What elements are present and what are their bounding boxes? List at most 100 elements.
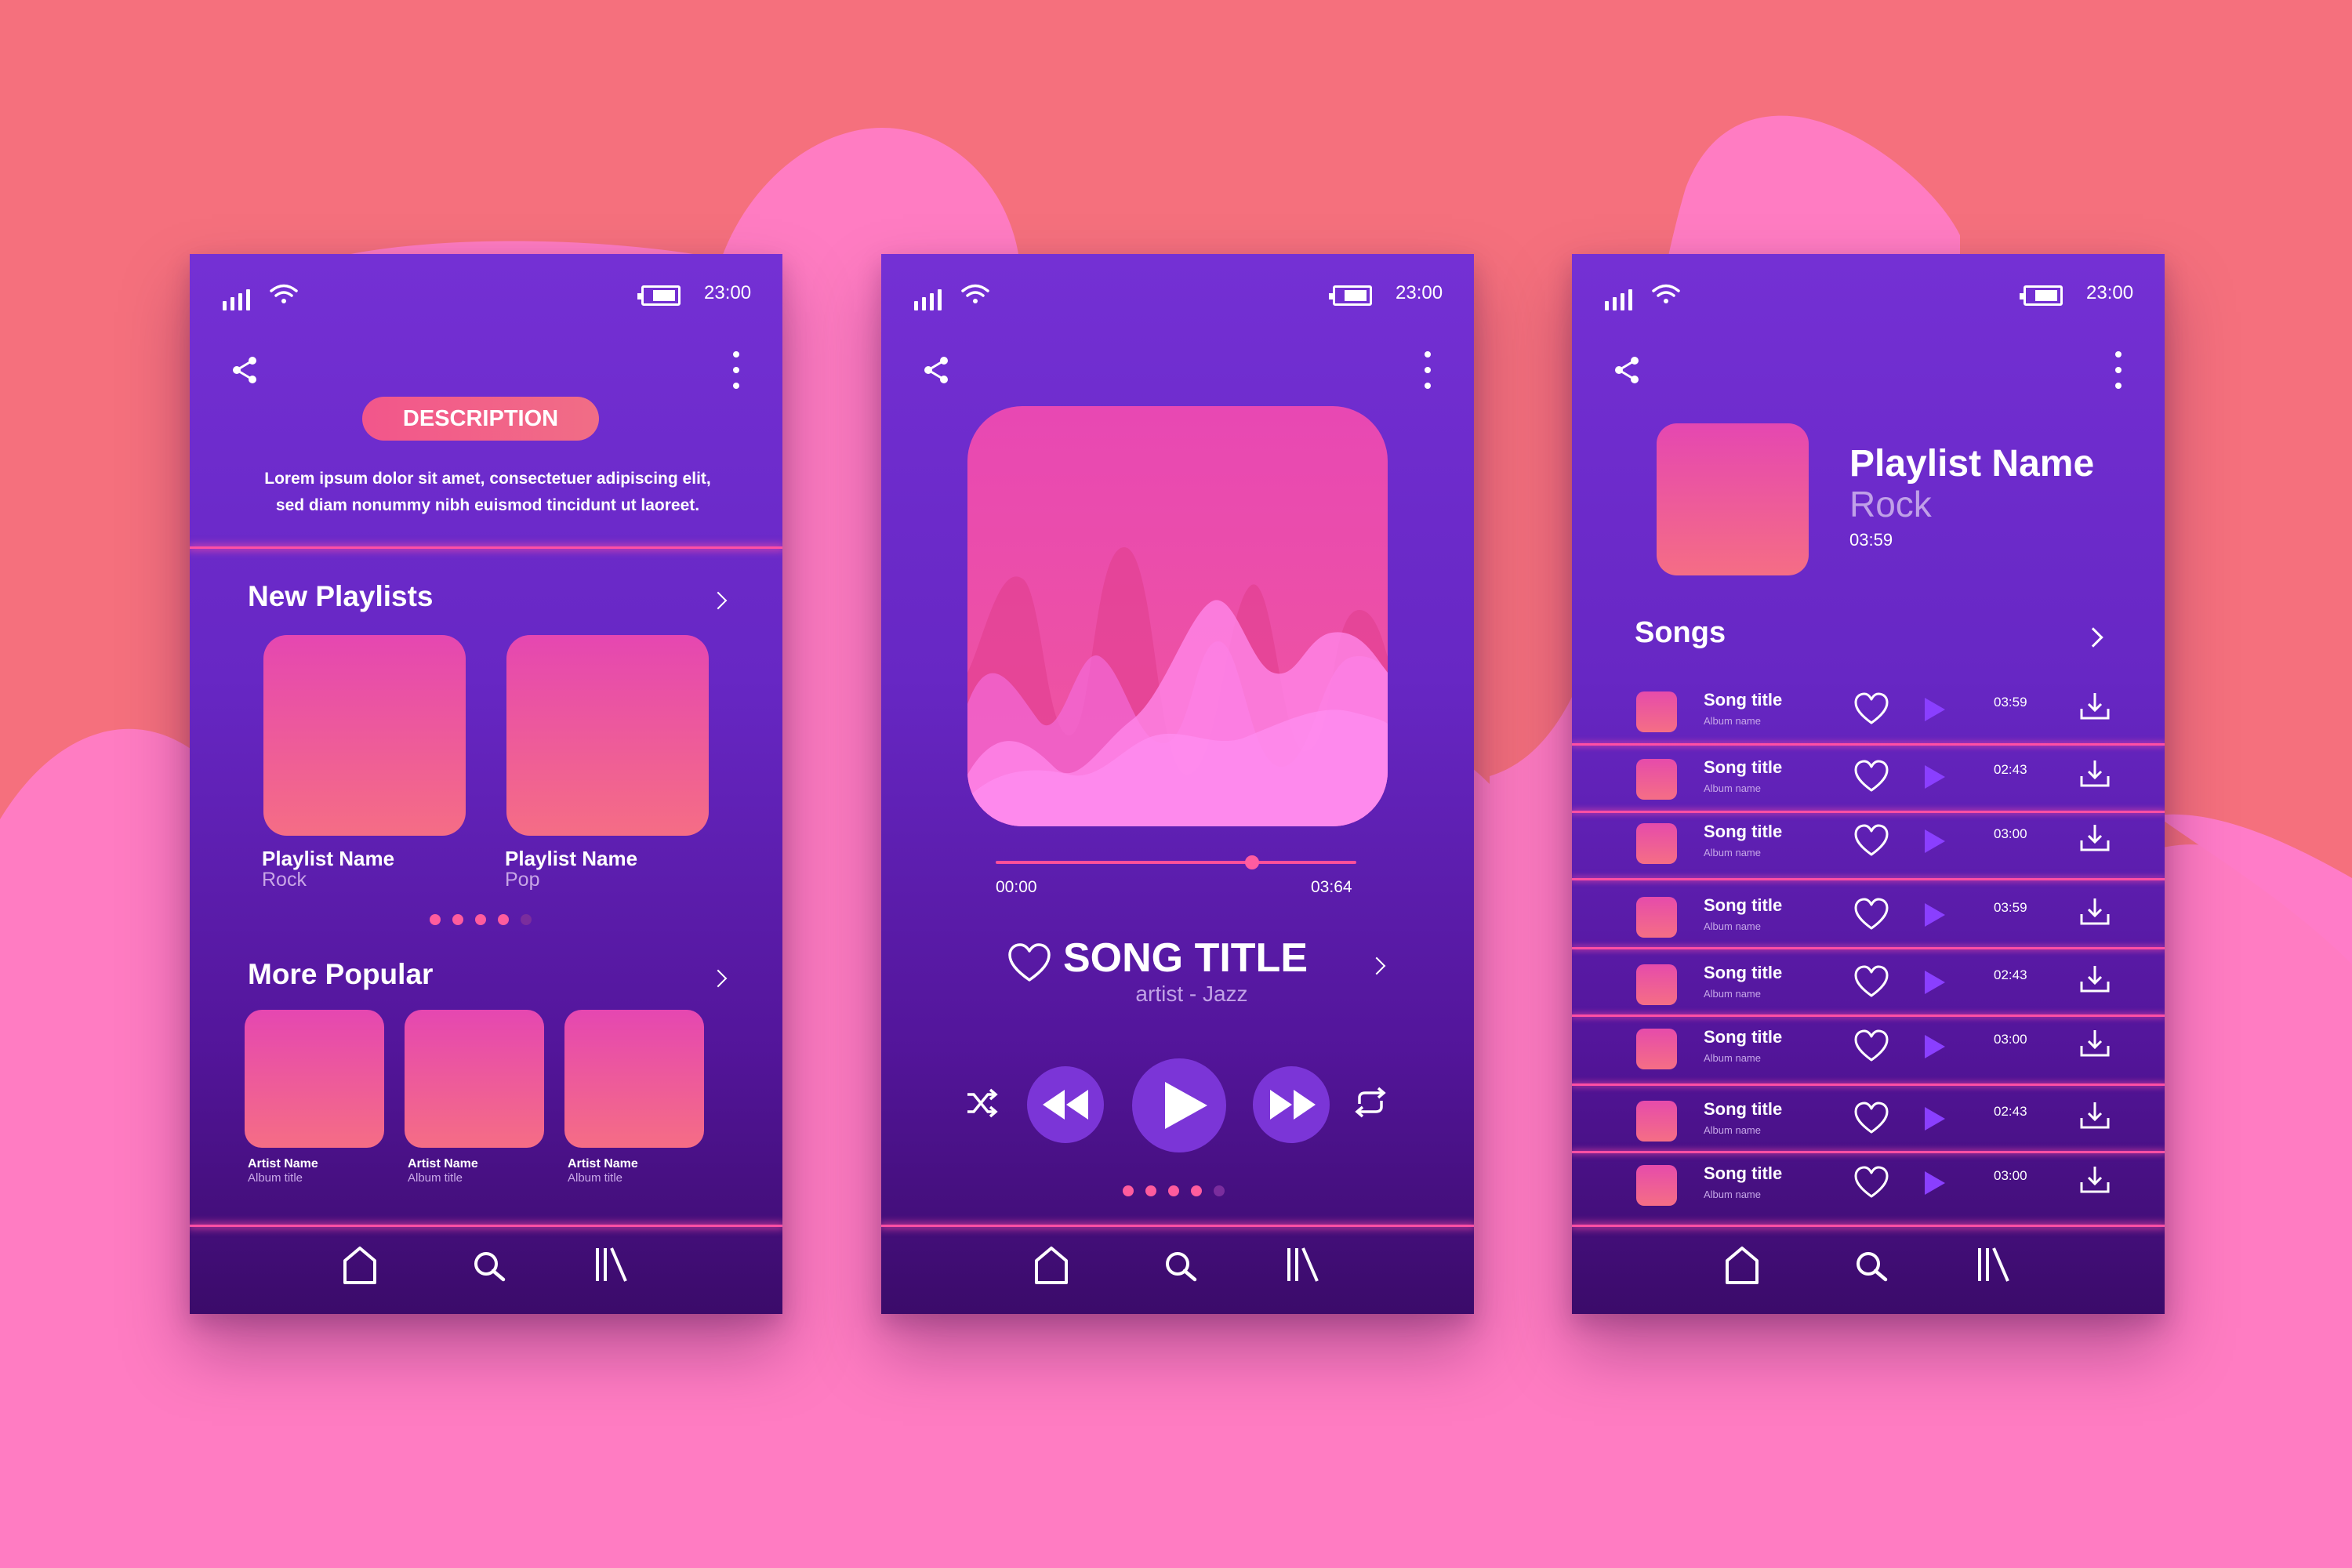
- song-row[interactable]: Song title Album name 02:43: [1572, 1096, 2165, 1159]
- play-icon[interactable]: [1925, 1035, 1945, 1058]
- play-button[interactable]: [1132, 1058, 1226, 1152]
- chevron-right-icon[interactable]: [1367, 956, 1386, 975]
- page-dot[interactable]: [1214, 1185, 1225, 1196]
- heart-icon[interactable]: [1853, 897, 1890, 931]
- divider: [1572, 1225, 2165, 1227]
- search-icon[interactable]: [1851, 1243, 1893, 1286]
- heart-icon[interactable]: [1853, 759, 1890, 793]
- play-icon[interactable]: [1925, 1107, 1945, 1131]
- page-dot[interactable]: [1123, 1185, 1134, 1196]
- page-dot[interactable]: [521, 914, 532, 925]
- song-album: Album name: [1704, 988, 1761, 1000]
- wifi-icon: [270, 284, 298, 303]
- download-icon[interactable]: [2078, 964, 2111, 994]
- total-time: 03:64: [1311, 878, 1352, 896]
- song-title: Song title: [1704, 963, 1783, 982]
- fast-forward-icon: [1270, 1090, 1316, 1120]
- download-icon[interactable]: [2078, 759, 2111, 789]
- download-icon[interactable]: [2078, 1101, 2111, 1131]
- page-dot[interactable]: [498, 914, 509, 925]
- download-icon[interactable]: [2078, 1029, 2111, 1058]
- home-icon[interactable]: [339, 1243, 381, 1286]
- phone-player-screen: 23:00 00:00 03:64 SONG TITLE artist - Ja…: [881, 254, 1474, 1314]
- more-vertical-icon[interactable]: [1422, 351, 1433, 389]
- heart-icon[interactable]: [1853, 823, 1890, 858]
- more-vertical-icon[interactable]: [731, 351, 742, 389]
- song-title: Song title: [1704, 1099, 1783, 1119]
- page-dot[interactable]: [1168, 1185, 1179, 1196]
- heart-icon[interactable]: [1853, 964, 1890, 999]
- song-row[interactable]: Song title Album name 03:00: [1572, 1160, 2165, 1223]
- share-icon[interactable]: [1611, 354, 1642, 386]
- chevron-right-icon[interactable]: [2083, 627, 2103, 648]
- download-icon[interactable]: [2078, 897, 2111, 927]
- row-divider: [1572, 878, 2165, 880]
- progress-track[interactable]: [996, 861, 1356, 864]
- song-row[interactable]: Song title Album name 03:00: [1572, 818, 2165, 881]
- chevron-right-icon[interactable]: [709, 591, 728, 610]
- search-icon[interactable]: [469, 1243, 511, 1286]
- page-dot[interactable]: [430, 914, 441, 925]
- search-icon[interactable]: [1160, 1243, 1203, 1286]
- heart-icon[interactable]: [1853, 691, 1890, 726]
- library-icon[interactable]: [593, 1243, 635, 1286]
- signal-bars-icon: [1605, 285, 1632, 310]
- play-icon[interactable]: [1925, 829, 1945, 853]
- song-row[interactable]: Song title Album name 02:43: [1572, 754, 2165, 817]
- song-duration: 02:43: [1994, 967, 2027, 982]
- song-row[interactable]: Song title Album name 02:43: [1572, 960, 2165, 1022]
- heart-icon[interactable]: [1853, 1101, 1890, 1135]
- play-icon[interactable]: [1925, 1171, 1945, 1195]
- page-dot[interactable]: [1145, 1185, 1156, 1196]
- play-icon[interactable]: [1925, 698, 1945, 721]
- signal-bars-icon: [914, 285, 942, 310]
- chevron-right-icon[interactable]: [709, 969, 728, 988]
- library-icon[interactable]: [1975, 1243, 2017, 1286]
- heart-icon[interactable]: [1007, 942, 1052, 983]
- song-duration: 03:00: [1994, 1032, 2027, 1047]
- more-vertical-icon[interactable]: [2113, 351, 2124, 389]
- album-title: Album title: [248, 1171, 303, 1185]
- play-icon[interactable]: [1925, 903, 1945, 927]
- playlist-cover[interactable]: [263, 635, 466, 836]
- heart-icon[interactable]: [1853, 1165, 1890, 1200]
- divider: [190, 1225, 782, 1227]
- page-dot[interactable]: [452, 914, 463, 925]
- home-icon[interactable]: [1721, 1243, 1763, 1286]
- share-icon[interactable]: [920, 354, 952, 386]
- album-cover[interactable]: [564, 1010, 704, 1148]
- row-divider: [1572, 1083, 2165, 1086]
- page-dots: [430, 914, 532, 925]
- page-dot[interactable]: [475, 914, 486, 925]
- rewind-button[interactable]: [1027, 1066, 1104, 1143]
- library-icon[interactable]: [1284, 1243, 1327, 1286]
- play-icon[interactable]: [1925, 971, 1945, 994]
- play-icon[interactable]: [1925, 765, 1945, 789]
- description-button[interactable]: DESCRIPTION: [362, 397, 599, 441]
- artist-name: Artist Name: [408, 1157, 478, 1171]
- repeat-icon[interactable]: [1352, 1085, 1389, 1120]
- wifi-icon: [961, 284, 989, 303]
- download-icon[interactable]: [2078, 823, 2111, 853]
- shuffle-icon[interactable]: [964, 1085, 999, 1120]
- playlist-cover[interactable]: [506, 635, 709, 836]
- song-row[interactable]: Song title Album name 03:59: [1572, 892, 2165, 955]
- battery-icon: [637, 285, 681, 306]
- album-cover[interactable]: [245, 1010, 384, 1148]
- heart-icon[interactable]: [1853, 1029, 1890, 1063]
- row-divider: [1572, 811, 2165, 813]
- fast-forward-button[interactable]: [1253, 1066, 1330, 1143]
- album-art: [967, 406, 1388, 826]
- playlist-name: Playlist Name: [1849, 443, 2095, 485]
- share-icon[interactable]: [229, 354, 260, 386]
- download-icon[interactable]: [2078, 1165, 2111, 1195]
- song-row[interactable]: Song title Album name 03:59: [1572, 687, 2165, 750]
- more-popular-title: More Popular: [248, 958, 434, 990]
- progress-knob[interactable]: [1244, 855, 1259, 869]
- download-icon[interactable]: [2078, 691, 2111, 721]
- album-cover[interactable]: [405, 1010, 544, 1148]
- song-thumbnail: [1636, 1101, 1677, 1142]
- home-icon[interactable]: [1030, 1243, 1073, 1286]
- song-row[interactable]: Song title Album name 03:00: [1572, 1024, 2165, 1087]
- page-dot[interactable]: [1191, 1185, 1202, 1196]
